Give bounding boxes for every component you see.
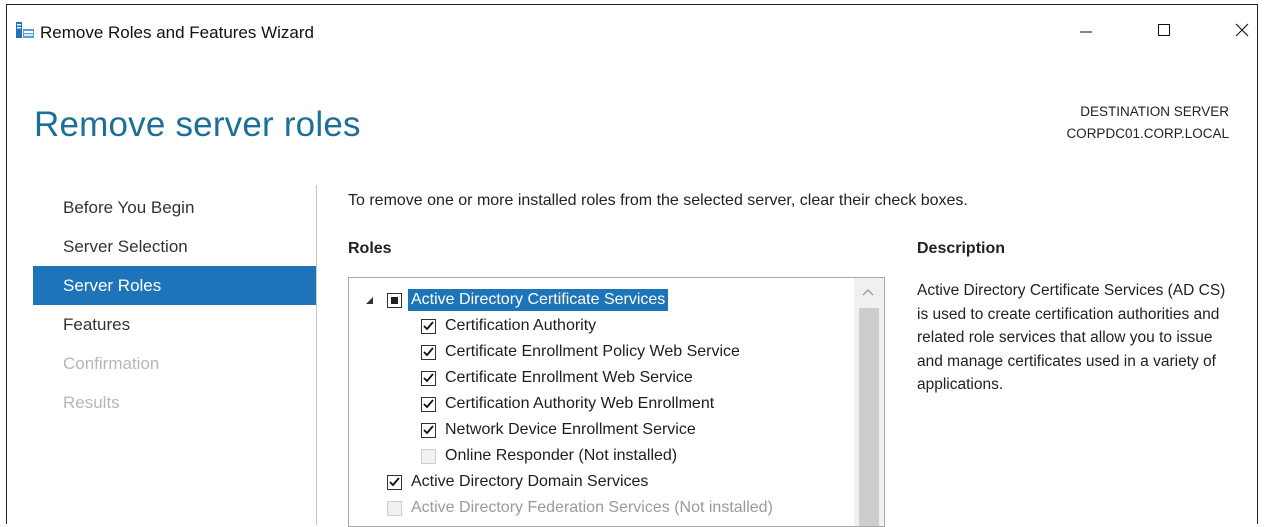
- checkmark-icon: [423, 347, 434, 357]
- role-service-label: Online Responder (Not installed): [445, 447, 678, 464]
- destination-label: DESTINATION SERVER: [1080, 104, 1229, 119]
- role-row-ad-ds[interactable]: Active Directory Domain Services: [387, 469, 648, 495]
- scroll-up-arrow-icon[interactable]: [861, 287, 875, 297]
- role-service-checkbox[interactable]: [421, 344, 436, 360]
- collapse-toggle[interactable]: [363, 294, 375, 306]
- role-service-row[interactable]: Certification Authority Web Enrollment: [421, 391, 714, 417]
- server-manager-icon: [16, 22, 34, 38]
- vertical-scrollbar[interactable]: [854, 278, 884, 526]
- page-title: Remove server roles: [34, 105, 361, 144]
- checkmark-icon: [423, 399, 434, 409]
- role-checkbox-disabled: [387, 500, 402, 516]
- nav-item-server-selection[interactable]: Server Selection: [33, 227, 316, 266]
- indeterminate-mark: [391, 296, 398, 304]
- role-label: Active Directory Domain Services: [411, 473, 649, 490]
- role-service-row[interactable]: Certification Authority: [421, 313, 596, 339]
- role-row-ad-fs: Active Directory Federation Services (No…: [387, 495, 773, 521]
- role-service-row: Online Responder (Not installed): [421, 443, 677, 469]
- roles-heading: Roles: [348, 240, 392, 257]
- role-service-row[interactable]: Network Device Enrollment Service: [421, 417, 696, 443]
- checkmark-icon: [423, 373, 434, 383]
- checkmark-icon: [389, 477, 400, 487]
- description-heading: Description: [917, 240, 1006, 257]
- role-service-label: Network Device Enrollment Service: [445, 421, 696, 438]
- role-checkbox[interactable]: [387, 292, 402, 308]
- roles-tree[interactable]: Active Directory Certificate Services Ce…: [348, 277, 885, 527]
- close-icon: [1235, 23, 1249, 37]
- window-title: Remove Roles and Features Wizard: [40, 23, 315, 42]
- nav-item-features[interactable]: Features: [33, 305, 316, 344]
- role-service-label: Certification Authority: [445, 317, 597, 334]
- maximize-icon: [1158, 24, 1170, 36]
- checkmark-icon: [423, 321, 434, 331]
- role-service-checkbox[interactable]: [421, 422, 436, 438]
- role-service-label: Certification Authority Web Enrollment: [445, 395, 715, 412]
- expanded-triangle-icon: [365, 296, 373, 304]
- role-service-row[interactable]: Certificate Enrollment Web Service: [421, 365, 693, 391]
- wizard-nav: Before You Begin Server Selection Server…: [33, 188, 316, 422]
- close-button[interactable]: [1229, 18, 1255, 42]
- description-text: Active Directory Certificate Services (A…: [917, 282, 1226, 394]
- role-service-label: Certificate Enrollment Web Service: [445, 369, 693, 386]
- minimize-icon: [1080, 31, 1092, 33]
- role-service-checkbox[interactable]: [421, 396, 436, 412]
- role-service-checkbox[interactable]: [421, 370, 436, 386]
- minimize-button[interactable]: [1073, 18, 1099, 42]
- nav-item-before-you-begin[interactable]: Before You Begin: [33, 188, 316, 227]
- role-service-checkbox-disabled: [421, 448, 436, 464]
- role-checkbox[interactable]: [387, 474, 402, 490]
- nav-divider: [316, 185, 317, 525]
- role-service-row[interactable]: Certificate Enrollment Policy Web Servic…: [421, 339, 740, 365]
- wizard-window: Remove Roles and Features Wizard Remove …: [6, 4, 1258, 527]
- role-service-label: Certificate Enrollment Policy Web Servic…: [445, 343, 740, 360]
- destination-server-info: DESTINATION SERVER CORPDC01.CORP.LOCAL: [1066, 101, 1229, 145]
- checkmark-icon: [423, 425, 434, 435]
- title-bar[interactable]: Remove Roles and Features Wizard: [7, 5, 1257, 43]
- role-service-checkbox[interactable]: [421, 318, 436, 334]
- destination-server-name: CORPDC01.CORP.LOCAL: [1066, 126, 1229, 141]
- role-label: Active Directory Certificate Services: [408, 289, 669, 311]
- nav-item-results: Results: [63, 393, 120, 412]
- nav-item-confirmation: Confirmation: [63, 354, 160, 373]
- role-label: Active Directory Federation Services (No…: [411, 499, 773, 516]
- instruction-text: To remove one or more installed roles fr…: [348, 192, 968, 209]
- maximize-button[interactable]: [1151, 18, 1177, 42]
- role-row-ad-cs[interactable]: Active Directory Certificate Services: [363, 287, 669, 313]
- scrollbar-thumb[interactable]: [859, 308, 879, 526]
- nav-item-server-roles[interactable]: Server Roles: [33, 266, 316, 305]
